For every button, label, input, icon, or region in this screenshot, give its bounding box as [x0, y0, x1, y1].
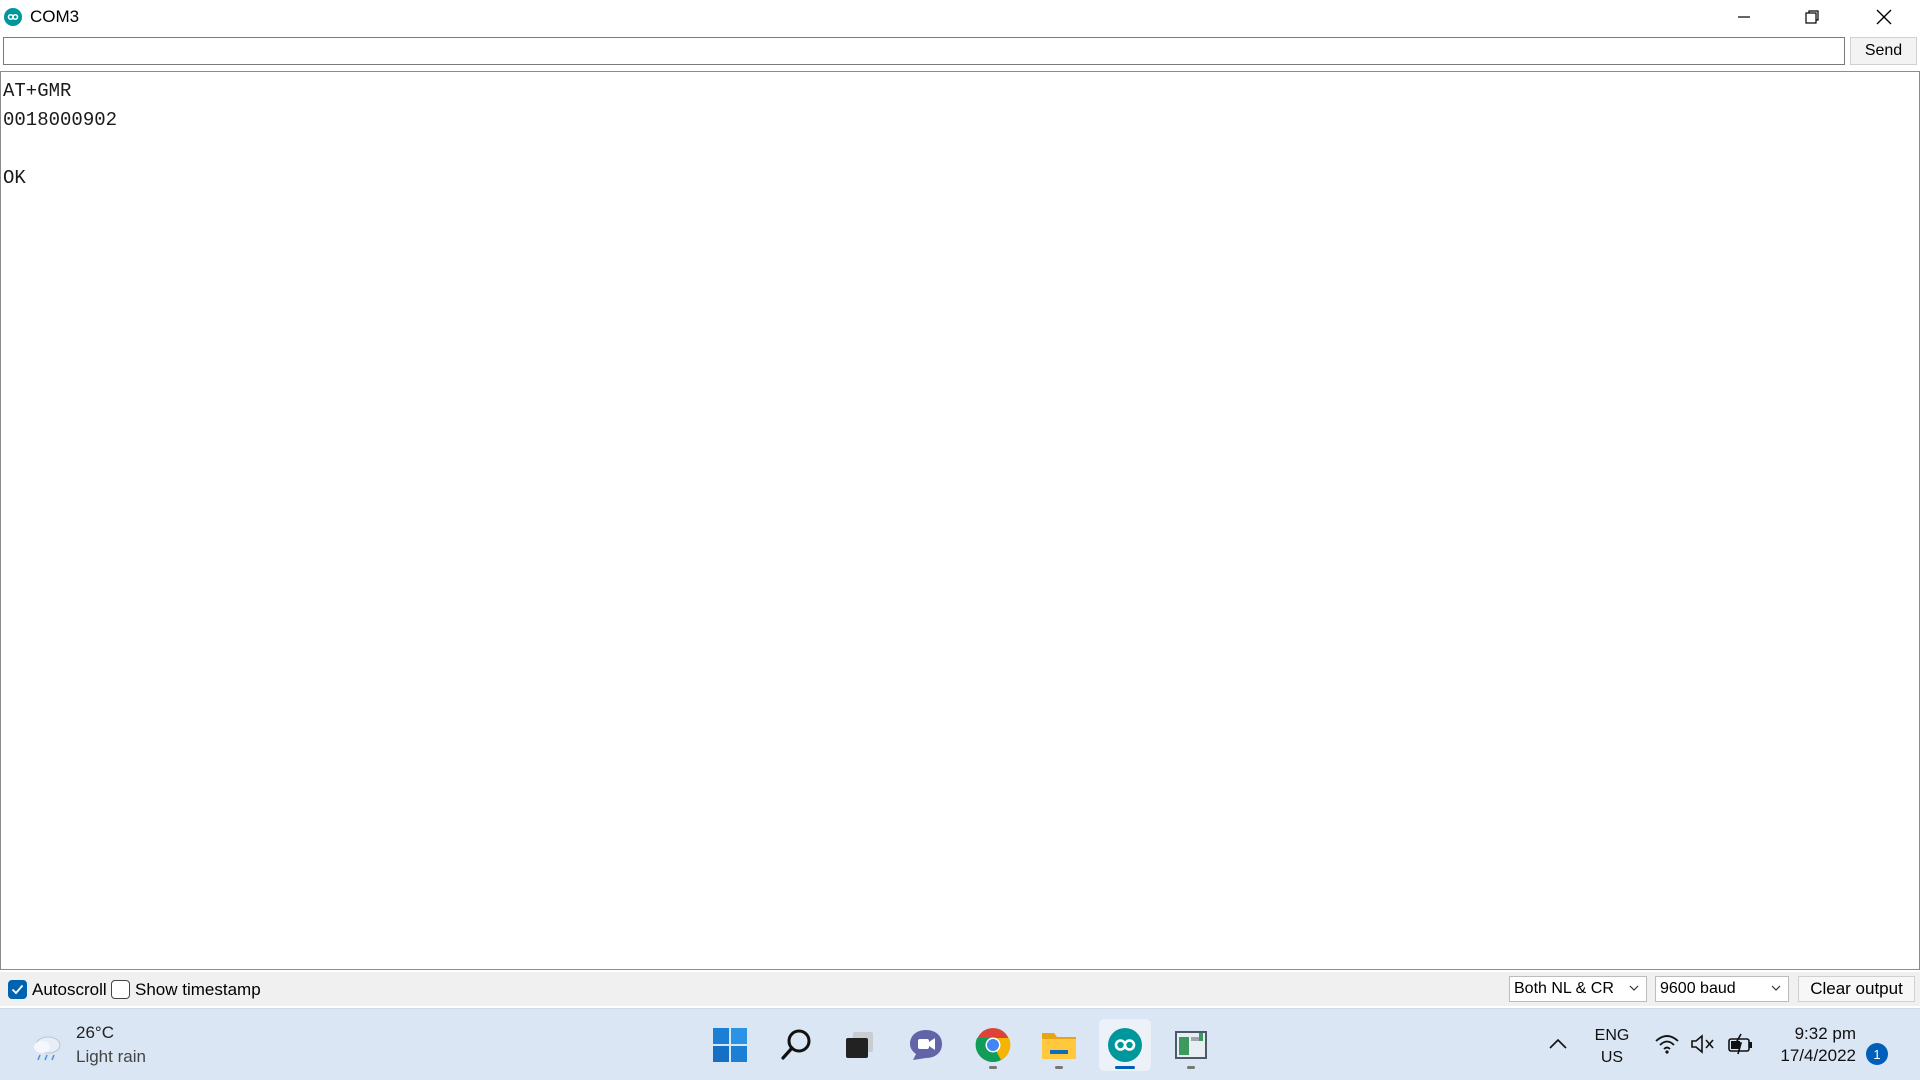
check-icon — [11, 984, 24, 995]
serial-output[interactable]: AT+GMR 0018000902 OK — [0, 71, 1920, 970]
task-view-icon — [846, 1032, 873, 1058]
clock-date: 17/4/2022 — [1780, 1046, 1856, 1065]
send-row: Send — [0, 36, 1920, 68]
line-ending-value: Both NL & CR — [1514, 980, 1614, 997]
show-timestamp-checkbox[interactable] — [111, 980, 130, 999]
file-explorer-icon — [1042, 1033, 1076, 1059]
chevron-up-icon — [1549, 1038, 1567, 1049]
monitor-controls: Autoscroll Show timestamp Both NL & CR 9… — [0, 972, 1920, 1006]
file-explorer-button[interactable] — [1033, 1019, 1085, 1071]
task-view-button[interactable] — [834, 1019, 886, 1071]
show-hidden-icons-button[interactable] — [1548, 1037, 1568, 1056]
taskbar-search-button[interactable] — [770, 1019, 822, 1071]
minimize-icon — [1738, 16, 1750, 18]
title-bar: COM3 — [0, 0, 1920, 34]
chrome-icon — [975, 1028, 1011, 1062]
clock[interactable]: 9:32 pm 17/4/2022 — [1772, 1023, 1856, 1067]
clear-output-button[interactable]: Clear output — [1798, 976, 1915, 1002]
chevron-down-icon — [1629, 985, 1639, 991]
search-icon — [781, 1029, 811, 1060]
arduino-button[interactable] — [1099, 1019, 1151, 1071]
running-indicator — [1187, 1066, 1195, 1069]
running-indicator — [989, 1066, 997, 1069]
line-ending-select[interactable]: Both NL & CR — [1509, 976, 1647, 1002]
running-indicator — [1055, 1066, 1063, 1069]
baud-rate-select[interactable]: 9600 baud — [1655, 976, 1789, 1002]
weather-description[interactable]: Light rain — [76, 1047, 146, 1067]
start-button[interactable] — [704, 1019, 756, 1071]
autoscroll-checkbox[interactable] — [8, 980, 27, 999]
notification-badge[interactable]: 1 — [1866, 1043, 1888, 1065]
chrome-button[interactable] — [967, 1019, 1019, 1071]
input-language[interactable]: ENG US — [1592, 1025, 1632, 1069]
serial-input[interactable] — [3, 37, 1845, 65]
language-code: ENG — [1594, 1027, 1630, 1044]
arduino-icon — [1108, 1028, 1142, 1062]
minimize-button[interactable] — [1710, 0, 1778, 34]
volume-muted-icon[interactable] — [1690, 1033, 1716, 1060]
baud-rate-value: 9600 baud — [1660, 980, 1736, 997]
window-title: COM3 — [30, 7, 80, 26]
weather-temperature[interactable]: 26°C — [76, 1023, 114, 1043]
cloud-rain-icon[interactable] — [30, 1031, 66, 1068]
output-line: 0018000902 — [3, 109, 118, 131]
start-icon — [713, 1028, 747, 1062]
show-timestamp-label: Show timestamp — [135, 980, 261, 999]
battery-charging-icon[interactable] — [1727, 1033, 1755, 1060]
output-line: AT+GMR — [3, 80, 72, 102]
active-indicator — [1115, 1066, 1135, 1069]
app-window-button[interactable] — [1165, 1019, 1217, 1071]
autoscroll-label: Autoscroll — [32, 980, 107, 999]
wifi-icon[interactable] — [1654, 1033, 1680, 1060]
close-button[interactable] — [1850, 0, 1918, 34]
restore-icon — [1805, 10, 1819, 24]
clock-time: 9:32 pm — [1794, 1024, 1856, 1043]
close-icon — [1876, 9, 1892, 25]
restore-button[interactable] — [1778, 0, 1846, 34]
teams-chat-button[interactable] — [900, 1019, 952, 1071]
app-window-icon — [1175, 1031, 1207, 1059]
chat-icon — [910, 1030, 942, 1060]
arduino-infinity-icon — [4, 8, 22, 26]
send-button[interactable]: Send — [1850, 37, 1917, 65]
taskbar: 26°C Light rain ENG US 9:32 pm 17/4/2022… — [0, 1008, 1920, 1080]
output-line: OK — [3, 167, 26, 189]
language-region: US — [1600, 1049, 1624, 1066]
chevron-down-icon — [1771, 985, 1781, 991]
